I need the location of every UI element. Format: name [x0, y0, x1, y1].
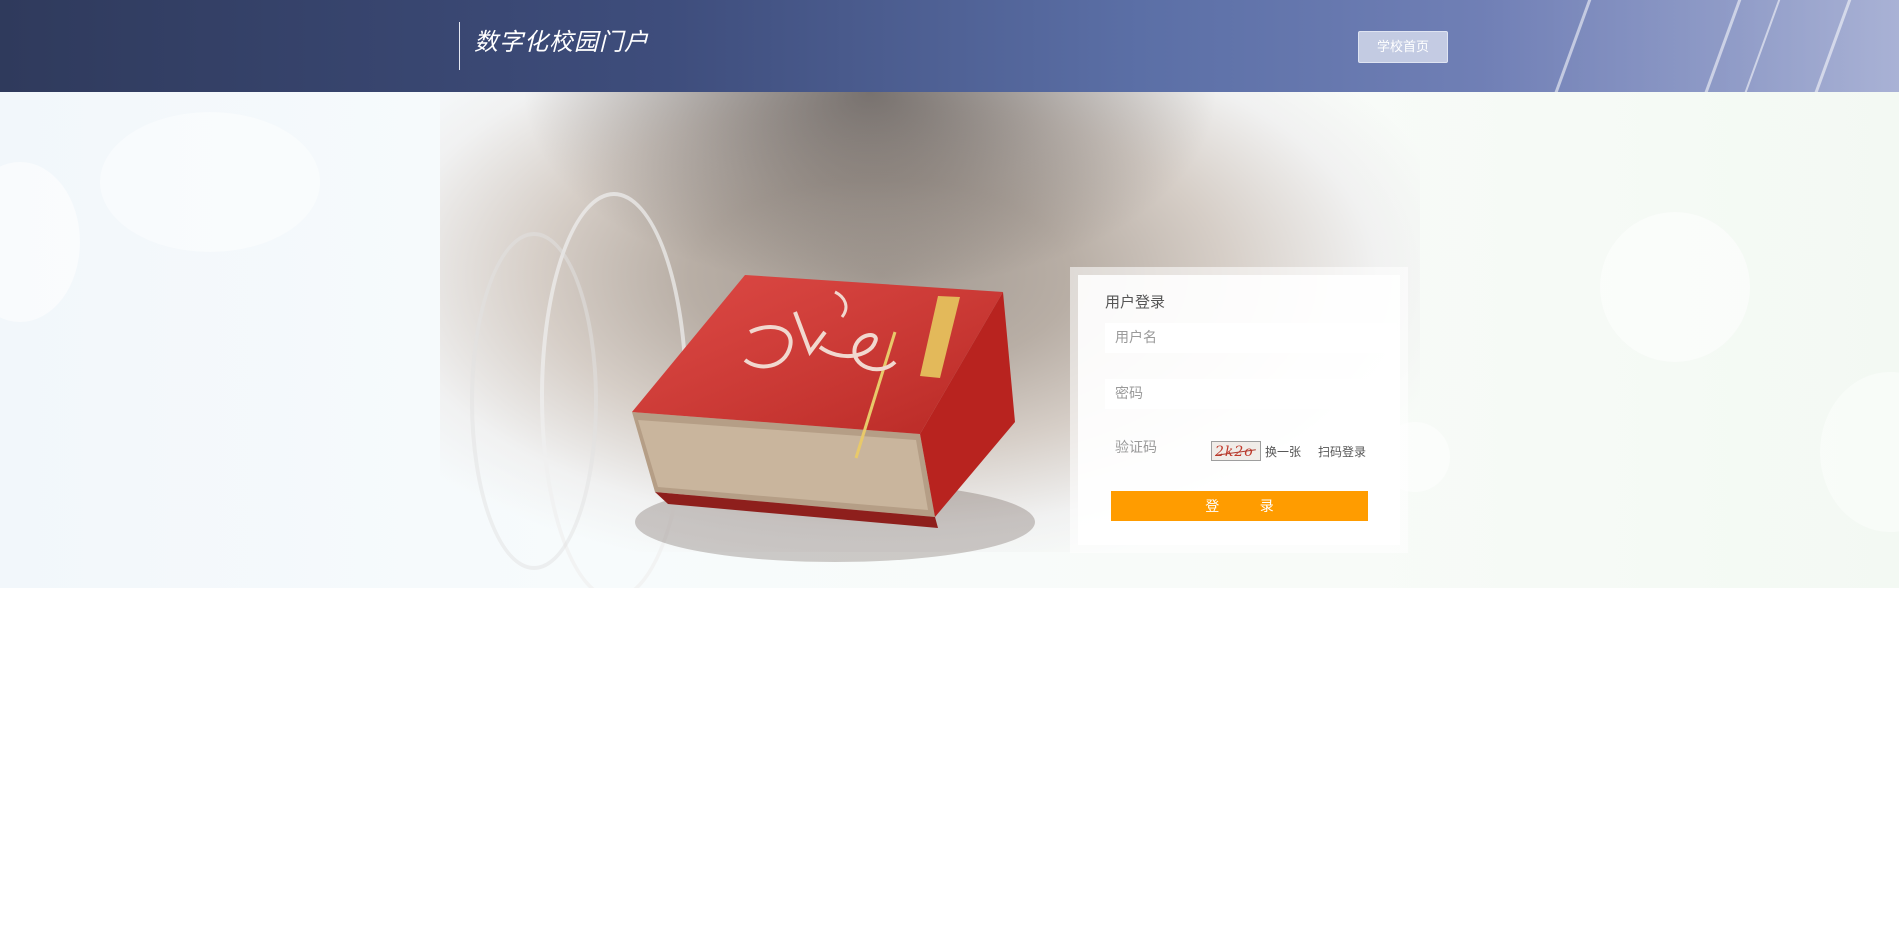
login-button[interactable]: 登 录: [1111, 491, 1368, 521]
password-input[interactable]: [1105, 379, 1397, 409]
login-form: 用户登录 2k2o 换一张 扫码登录 登 录: [1078, 275, 1400, 545]
scan-login-link[interactable]: 扫码登录: [1318, 443, 1366, 460]
header-divider: [459, 22, 460, 70]
username-input[interactable]: [1105, 323, 1397, 353]
portal-title: 数字化校园门户: [474, 28, 649, 56]
header-bar: 数字化校园门户 学校首页: [0, 0, 1899, 92]
login-title: 用户登录: [1105, 293, 1166, 311]
login-panel: 用户登录 2k2o 换一张 扫码登录 登 录: [1070, 267, 1408, 553]
hero-banner: 用户登录 2k2o 换一张 扫码登录 登 录: [0, 92, 1899, 588]
login-page: 数字化校园门户 学校首页 用户登录 用户名 验证码 换一张 扫码登录 登 录: [0, 0, 1899, 948]
refresh-captcha-link[interactable]: 换一张: [1265, 443, 1301, 460]
earphone-wire: [470, 232, 598, 570]
school-home-button[interactable]: 学校首页: [1358, 31, 1448, 63]
captcha-image[interactable]: 2k2o: [1211, 441, 1261, 461]
captcha-input[interactable]: [1105, 433, 1209, 463]
book-illustration: [632, 275, 1035, 562]
